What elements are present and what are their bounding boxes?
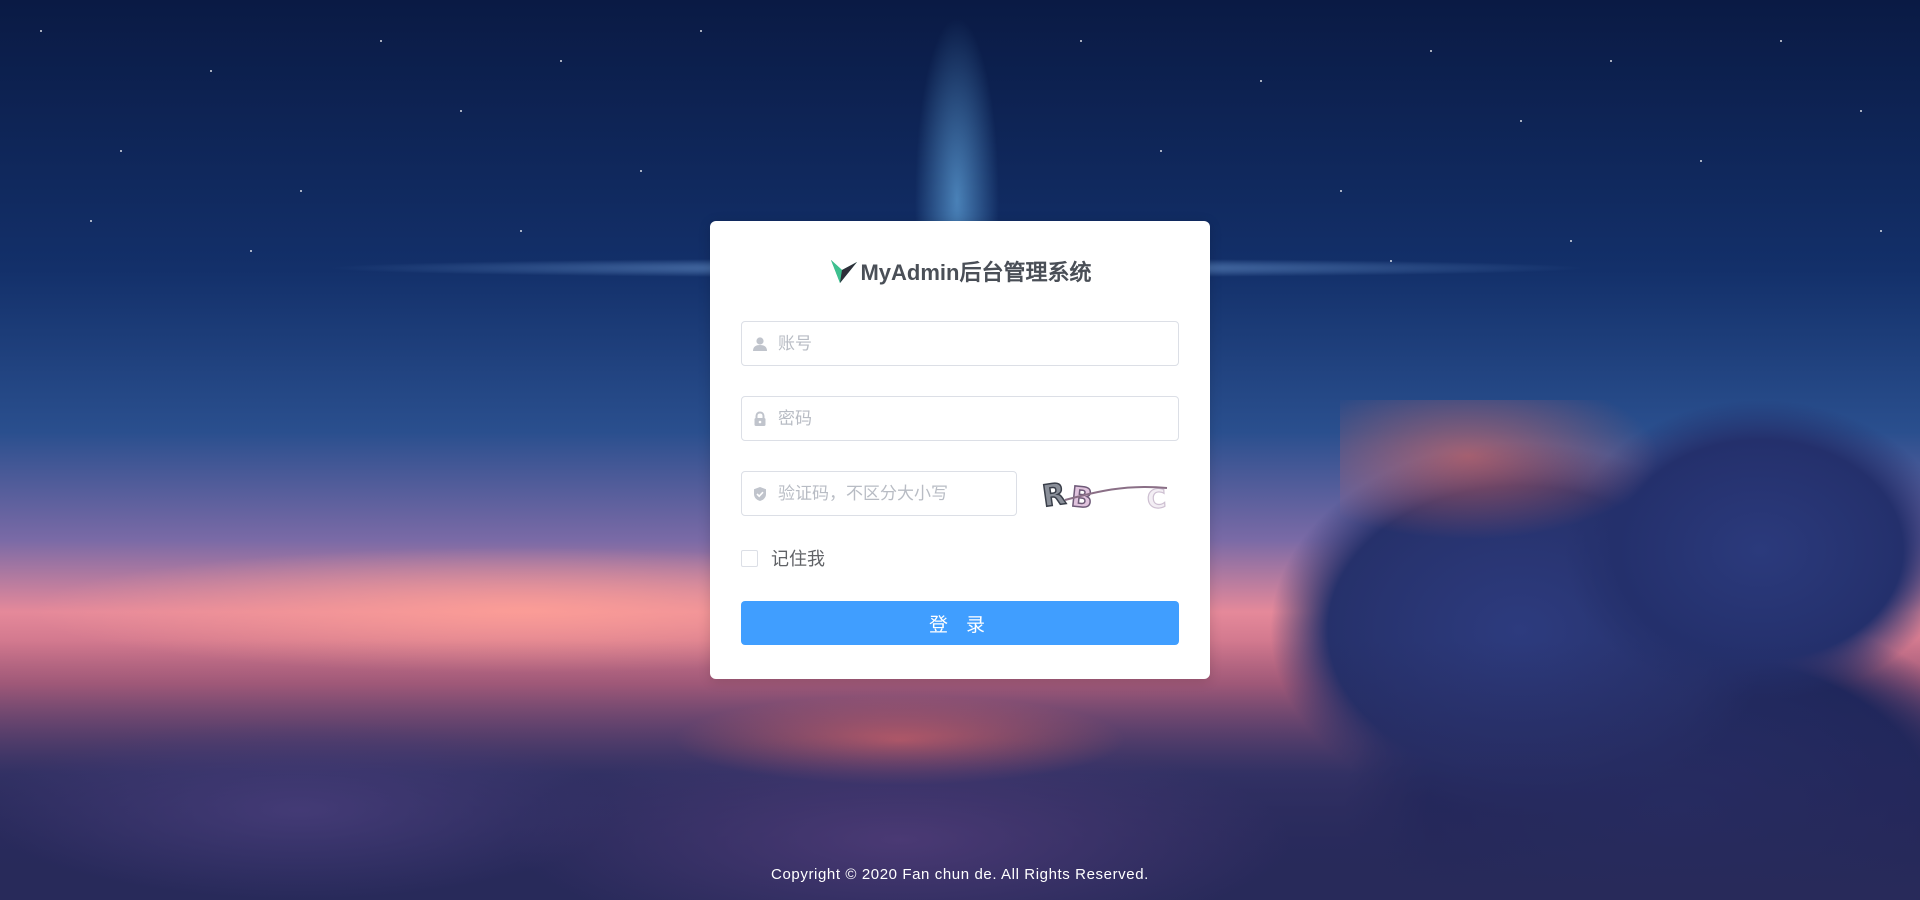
page-title: MyAdmin后台管理系统 <box>860 260 1092 285</box>
remember-me-checkbox[interactable]: 记住我 <box>741 546 825 570</box>
login-card: MyAdmin后台管理系统 R <box>710 221 1210 679</box>
myadmin-logo-icon <box>831 260 858 283</box>
footer-copyright: Copyright © 2020 Fan chun de. All Rights… <box>771 866 1149 883</box>
captcha-input[interactable] <box>778 472 1016 515</box>
account-input[interactable] <box>778 322 1178 365</box>
captcha-image[interactable]: R B C <box>1035 474 1179 514</box>
user-icon <box>742 322 778 365</box>
brand-header: MyAdmin后台管理系统 <box>710 253 1210 289</box>
login-button[interactable]: 登 录 <box>741 601 1179 645</box>
password-field[interactable] <box>741 396 1179 441</box>
checkbox-box[interactable] <box>741 549 758 567</box>
captcha-field[interactable] <box>741 471 1017 516</box>
password-input[interactable] <box>778 397 1178 440</box>
lock-icon <box>742 397 778 440</box>
remember-me-label: 记住我 <box>771 549 825 570</box>
account-field[interactable] <box>741 321 1179 366</box>
shield-check-icon <box>742 472 778 515</box>
svg-text:R: R <box>1040 477 1068 514</box>
